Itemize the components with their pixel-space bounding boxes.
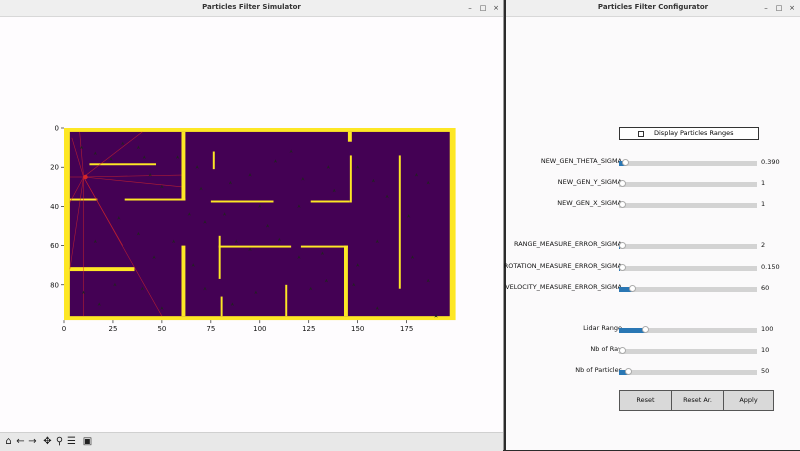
slider-handle[interactable] [622,159,630,166]
interior-wall [181,131,186,201]
x-tick-label: 25 [108,325,117,333]
apply-button[interactable]: Apply [723,390,774,411]
y-tick-label: 40 [50,203,59,211]
interior-wall [220,296,223,317]
map-layer [64,128,456,321]
save-icon[interactable]: ▣ [82,436,93,447]
forward-arrow-icon[interactable]: → [27,436,38,447]
interior-wall [124,198,186,201]
slider-value: 60 [761,284,770,292]
slider-label: NEW_GEN_Y_SIGMA [557,178,622,186]
slider-handle[interactable] [619,180,626,187]
x-tick-label: 0 [62,325,66,333]
slider-value: 10 [761,346,770,354]
interior-wall [347,131,352,142]
slider-track[interactable] [619,264,757,271]
x-tick-label: 50 [157,325,166,333]
slider-label: RANGE_MEASURE_ERROR_SIGMA [513,240,622,248]
slider-label: VELOCITY_MEASURE_ERROR_SIGMA [505,283,622,291]
slider-track[interactable] [619,347,757,354]
slider-track[interactable] [619,326,757,333]
reset-button[interactable]: Reset [619,390,672,411]
slider-track[interactable] [619,242,757,249]
slider-track[interactable] [619,201,757,208]
interior-wall [349,155,352,203]
slider-value: 0.150 [761,263,780,271]
robot-marker [83,174,88,180]
configurator-title: Particles Filter Configurator [597,3,709,11]
checkbox-box[interactable] [638,131,644,137]
interior-wall [310,200,350,203]
slider-track[interactable] [619,159,757,166]
slider-label: Nb of Ray [590,345,622,353]
slider-handle[interactable] [619,347,626,354]
interior-wall [343,245,348,317]
back-arrow-icon[interactable]: ← [15,436,26,447]
minimize-button[interactable]: – [760,2,772,14]
interior-wall [300,245,348,248]
configurator-panel: Display Particles Ranges NEW_GEN_THETA_S… [503,17,800,450]
y-tick-label: 0 [55,125,59,133]
simulator-window: Particles Filter Simulator – □ × 0 25 50 75… [0,0,504,451]
slider-value: 1 [761,200,766,208]
slider-handle[interactable] [641,326,649,333]
maximize-button[interactable]: □ [773,2,785,14]
x-tick-label: 75 [206,325,215,333]
slider-label: Nb of Particles [575,366,622,374]
y-tick-label: 80 [50,281,59,289]
slider-handle[interactable] [619,264,626,271]
slider-label: NEW_GEN_X_SIGMA [557,199,622,207]
slider-value: 0.390 [761,158,780,166]
pan-icon[interactable]: ✥ [42,436,53,447]
slider-label: Lidar Range [583,324,622,332]
configurator-window: Particles Filter Configurator – □ × Disp… [503,0,800,450]
slider-handle[interactable] [629,285,637,292]
interior-wall [218,235,221,279]
plot-canvas[interactable]: 0 25 50 75 100 125 150 175 0 20 40 60 80 [0,17,503,432]
interior-wall [398,155,401,289]
slider-handle[interactable] [625,368,633,375]
slider-track[interactable] [619,368,757,375]
configurator-titlebar[interactable]: Particles Filter Configurator – □ × [506,0,800,17]
x-tick-label: 175 [400,325,413,333]
close-button[interactable]: × [490,2,502,14]
x-tick-label: 100 [253,325,266,333]
display-ranges-checkbox[interactable]: Display Particles Ranges [619,127,759,140]
slider-value: 2 [761,241,766,249]
interior-wall [218,245,292,248]
map-plot[interactable]: 0 25 50 75 100 125 150 175 0 20 40 60 80 [0,17,503,432]
simulator-titlebar[interactable]: Particles Filter Simulator – □ × [0,0,503,17]
display-ranges-label: Display Particles Ranges [654,129,734,137]
simulator-title: Particles Filter Simulator [202,3,301,11]
slider-label: ROTATION_MEASURE_ERROR_SIGMA [503,262,622,270]
plot-toolbar: ⌂ ← → ✥ ⚲ ☰ ▣ [0,432,503,451]
slider-handle[interactable] [619,242,626,249]
slider-track[interactable] [619,285,757,292]
interior-wall [69,267,135,272]
y-tick-label: 60 [50,242,59,250]
interior-wall [285,284,288,317]
x-tick-label: 150 [351,325,364,333]
configure-subplots-icon[interactable]: ☰ [66,436,77,447]
close-button[interactable]: × [786,2,798,14]
maximize-button[interactable]: □ [477,2,489,14]
interior-wall [181,245,186,317]
reset-ar-button[interactable]: Reset Ar. [671,390,724,411]
interior-wall [210,200,274,203]
x-tick-label: 125 [302,325,315,333]
home-icon[interactable]: ⌂ [3,436,14,447]
zoom-icon[interactable]: ⚲ [54,436,65,447]
y-tick-label: 20 [50,164,59,172]
slider-value: 1 [761,179,766,187]
slider-value: 100 [761,325,774,333]
slider-label: NEW_GEN_THETA_SIGMA [540,157,622,165]
slider-track[interactable] [619,180,757,187]
minimize-button[interactable]: – [464,2,476,14]
slider-value: 50 [761,367,770,375]
interior-wall [212,151,215,170]
map-floor [69,131,450,317]
slider-handle[interactable] [619,201,626,208]
